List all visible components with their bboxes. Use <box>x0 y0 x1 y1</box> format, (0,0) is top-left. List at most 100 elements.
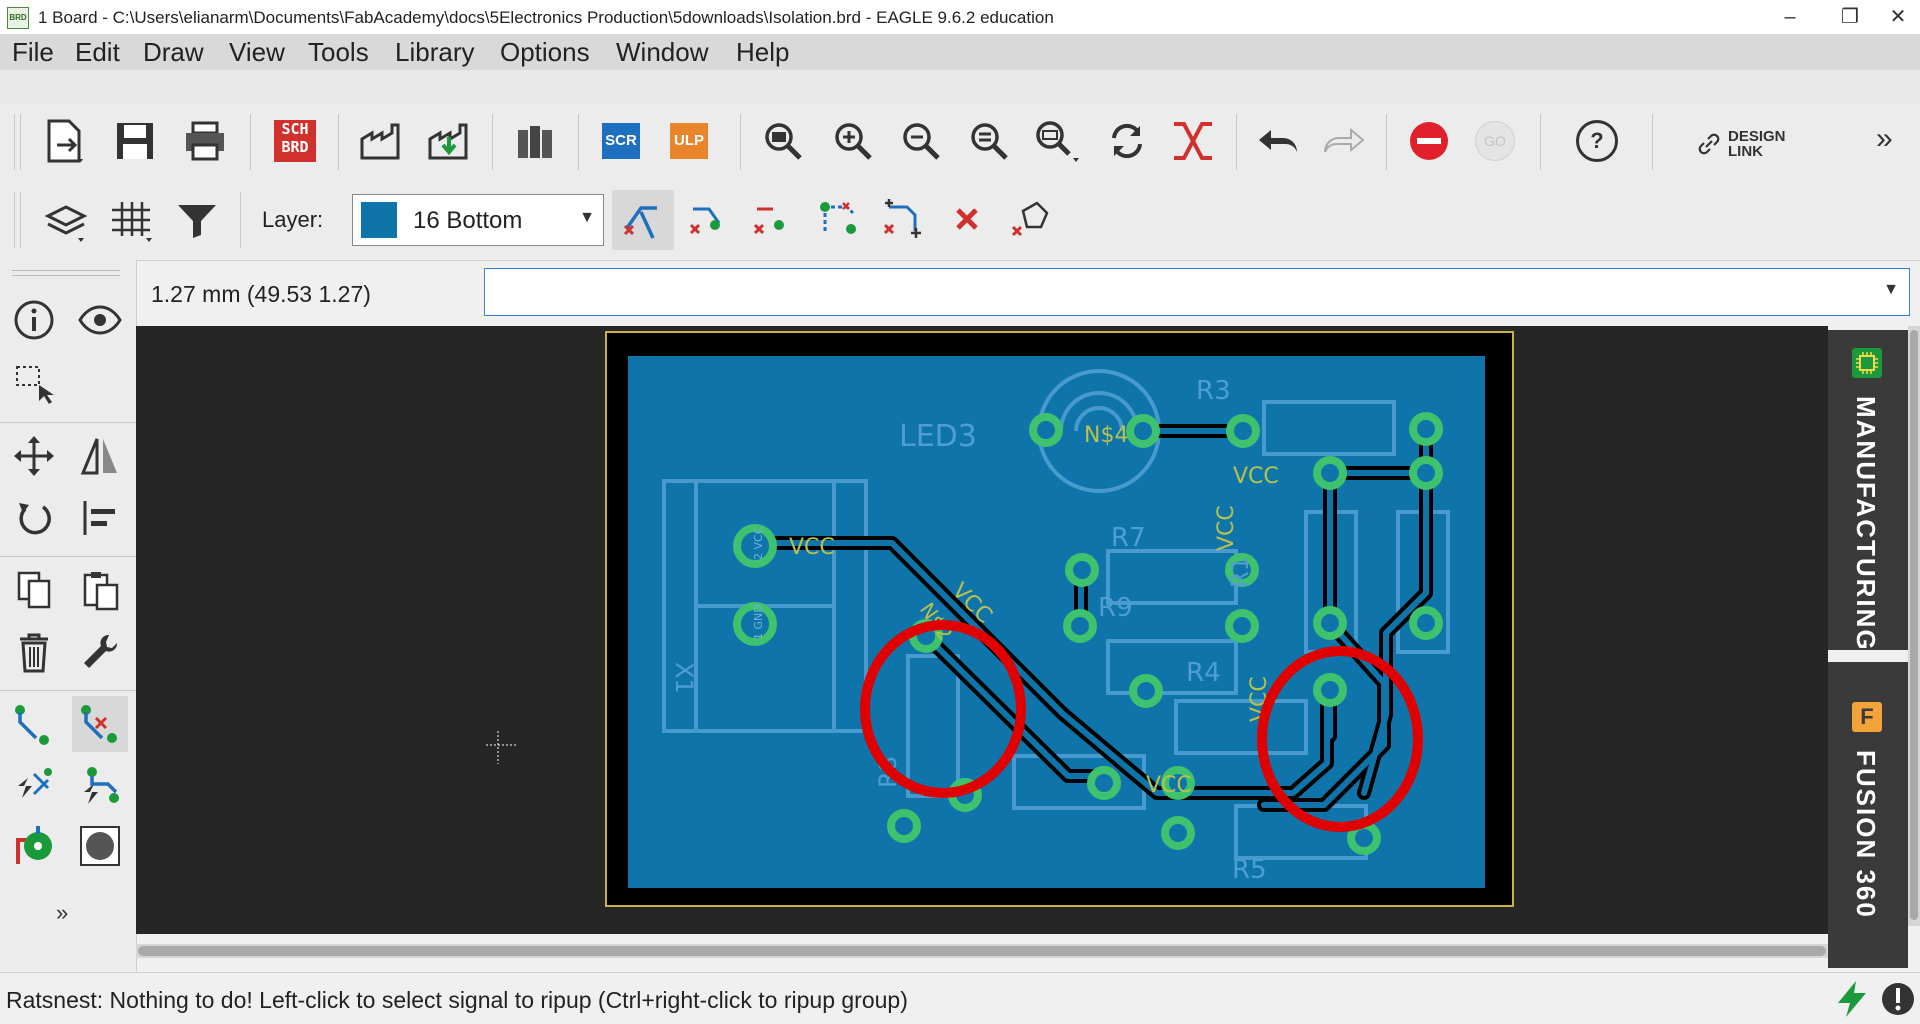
ripup-all-icon[interactable] <box>876 192 930 246</box>
save-icon[interactable] <box>108 114 162 168</box>
stop-icon[interactable] <box>1402 114 1456 168</box>
manufacturing-tab[interactable]: MANUFACTURING <box>1828 330 1908 652</box>
info-icon[interactable] <box>6 292 62 348</box>
layer-label: Layer: <box>262 207 324 232</box>
sch-brd-switch-button[interactable]: SCH BRD <box>268 114 322 168</box>
more-tools-icon[interactable]: » <box>56 900 68 926</box>
ripup-polygon-icon[interactable] <box>1004 192 1058 246</box>
via-icon[interactable] <box>6 818 62 874</box>
board-canvas[interactable]: LED3 R3 R7 R9 R4 R5 R1 R8 X1 2 VCC 1 GND… <box>136 326 1828 934</box>
layer-select-value: 16 Bottom <box>413 207 523 234</box>
copy-icon[interactable] <box>6 562 62 618</box>
horizontal-scrollbar[interactable] <box>136 944 1828 958</box>
label-r3: R3 <box>1196 376 1231 406</box>
design-link-line2: LINK <box>1728 143 1763 160</box>
menu-help[interactable]: Help <box>736 34 789 70</box>
align-icon[interactable] <box>72 490 128 546</box>
minimize-button[interactable]: – <box>1760 0 1820 34</box>
layer-select[interactable]: 16 Bottom ▼ <box>352 194 604 246</box>
change-wrench-icon[interactable] <box>72 624 128 680</box>
hole-icon[interactable] <box>72 818 128 874</box>
script-button[interactable]: SCR <box>594 114 648 168</box>
manufacturing-chip-icon <box>1852 348 1882 378</box>
zoom-out-icon[interactable] <box>894 114 948 168</box>
new-file-icon[interactable] <box>38 114 92 168</box>
menu-tools[interactable]: Tools <box>308 34 369 70</box>
label-led3: LED3 <box>899 419 977 454</box>
delete-trash-icon[interactable] <box>6 624 62 680</box>
menu-options[interactable]: Options <box>500 34 590 70</box>
go-label: GO <box>1475 121 1515 161</box>
ripup-active-icon[interactable] <box>72 696 128 752</box>
print-icon[interactable] <box>178 114 232 168</box>
cam-processor-icon[interactable] <box>354 114 408 168</box>
label-r1: R1 <box>1226 556 1254 588</box>
manufacturing-export-icon[interactable] <box>422 114 476 168</box>
zoom-area-icon[interactable] <box>1030 114 1084 168</box>
fusion-logo-icon: F <box>1852 702 1882 732</box>
toolbar-overflow-button[interactable]: » <box>1876 122 1893 156</box>
redraw-icon[interactable] <box>1100 114 1154 168</box>
zoom-fit-icon[interactable] <box>756 114 810 168</box>
menu-edit[interactable]: Edit <box>75 34 120 70</box>
paste-icon[interactable] <box>72 562 128 618</box>
title-bar: BRD 1 Board - C:\Users\elianarm\Document… <box>0 0 1920 34</box>
ulp-label: ULP <box>670 123 708 159</box>
menu-view[interactable]: View <box>229 34 285 70</box>
ripup-wire-icon[interactable] <box>744 192 798 246</box>
ripup-airwire-icon[interactable] <box>810 192 864 246</box>
label-vcc-bottom: VCC <box>1146 773 1192 798</box>
library-icon[interactable] <box>508 114 562 168</box>
move-icon[interactable] <box>6 428 62 484</box>
grid-icon[interactable] <box>106 194 160 248</box>
vertical-scrollbar[interactable] <box>1908 326 1920 926</box>
go-button[interactable]: GO <box>1468 114 1522 168</box>
menu-bar: File Edit Draw View Tools Library Option… <box>0 34 1920 70</box>
wire-bend-icon <box>623 206 657 239</box>
menu-window[interactable]: Window <box>616 34 708 70</box>
rotate-icon[interactable] <box>6 490 62 546</box>
undo-icon[interactable] <box>1250 114 1304 168</box>
route-icon[interactable] <box>6 696 62 752</box>
label-vcc-top: VCC <box>1233 464 1279 489</box>
fusion-tab-label: FUSION 360 <box>1851 750 1881 919</box>
warning-icon[interactable] <box>1880 979 1916 1024</box>
left-toolbar: » <box>0 260 137 972</box>
mirror-icon[interactable] <box>72 428 128 484</box>
layers-icon[interactable] <box>40 194 94 248</box>
design-rule-icon[interactable] <box>1166 114 1220 168</box>
help-button[interactable]: ? <box>1570 114 1624 168</box>
redo-icon[interactable] <box>1318 114 1372 168</box>
group-select-icon[interactable] <box>6 356 62 412</box>
delete-x-icon[interactable] <box>940 192 994 246</box>
design-link-button[interactable]: DESIGN LINK <box>1696 126 1786 162</box>
label-pin-2: 2 VCC <box>752 526 765 560</box>
fusion-tab[interactable]: F FUSION 360 <box>1828 662 1908 968</box>
label-ns4: N$4 <box>1084 423 1128 448</box>
close-button[interactable]: ✕ <box>1868 0 1920 34</box>
autorouter-icon[interactable] <box>6 758 62 814</box>
chevron-down-icon: ▼ <box>579 209 595 226</box>
window-title: 1 Board - C:\Users\elianarm\Documents\Fa… <box>38 8 1054 27</box>
optimize-icon[interactable] <box>72 758 128 814</box>
label-pin-1: 1 GND <box>752 604 765 640</box>
show-eye-icon[interactable] <box>72 292 128 348</box>
status-bar: Ratsnest: Nothing to do! Left-click to s… <box>0 972 1920 1024</box>
lightning-icon[interactable] <box>1832 979 1872 1024</box>
menu-library[interactable]: Library <box>395 34 474 70</box>
link-icon <box>1698 133 1720 155</box>
zoom-select-icon[interactable] <box>962 114 1016 168</box>
label-vcc-vertical: VCC <box>1214 505 1239 551</box>
menu-draw[interactable]: Draw <box>143 34 204 70</box>
label-vcc-connector: VCC <box>789 535 835 560</box>
app-icon: BRD <box>7 7 29 29</box>
filter-icon[interactable] <box>170 194 224 248</box>
command-input[interactable]: ▼ <box>484 268 1910 316</box>
ripup-signal-icon[interactable] <box>680 192 734 246</box>
ulp-button[interactable]: ULP <box>662 114 716 168</box>
help-label: ? <box>1576 120 1618 162</box>
menu-gap <box>0 70 1920 104</box>
route-wire-style-active-button[interactable] <box>612 190 674 250</box>
zoom-in-icon[interactable] <box>826 114 880 168</box>
menu-file[interactable]: File <box>12 34 54 70</box>
